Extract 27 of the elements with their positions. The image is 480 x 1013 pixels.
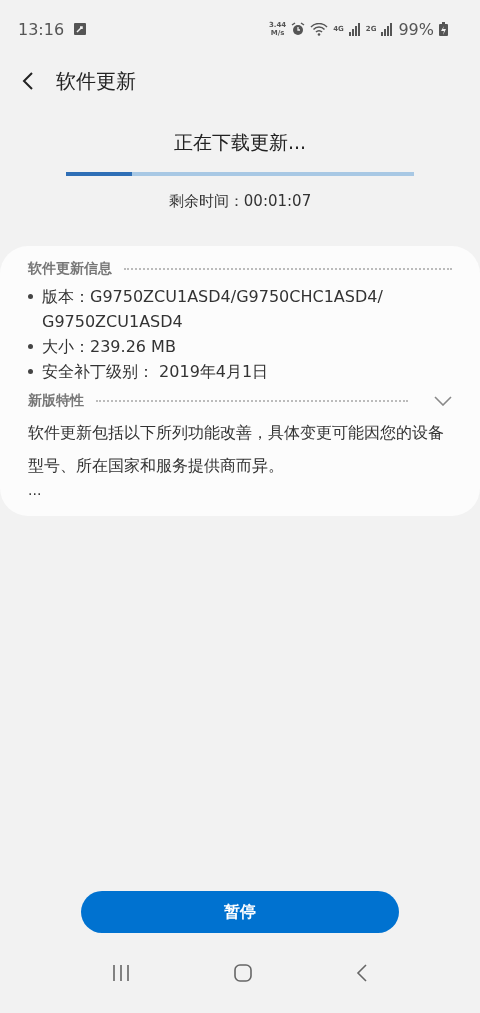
info-line: 版本：G9750ZCU1ASD4/G9750CHC1ASD4/ — [42, 286, 383, 308]
recent-apps-icon[interactable] — [112, 965, 130, 981]
page-title: 软件更新 — [56, 67, 136, 95]
info-line: 安全补丁级别： 2019年4月1日 — [42, 361, 269, 383]
signal-icon — [348, 22, 361, 36]
home-icon[interactable] — [234, 964, 252, 982]
section-title: 软件更新信息 — [28, 260, 112, 278]
download-status: 正在下载更新... — [173, 130, 307, 155]
info-line: 大小：239.26 MB — [42, 336, 176, 358]
info-line: G9750ZCU1ASD4 — [42, 311, 184, 333]
features-description: 软件更新包括以下所列功能改善，具体变更可能因您的设备型号、所在国家和服务提供商而异。 — [28, 422, 445, 477]
pause-button[interactable]: 暂停 — [81, 891, 399, 933]
chevron-icon[interactable] — [434, 396, 452, 406]
back-icon[interactable] — [22, 71, 34, 91]
wifi-icon — [310, 22, 329, 36]
status-time: 13:16 — [18, 19, 65, 39]
notification-icon — [74, 23, 87, 35]
bullet-icon — [28, 294, 33, 299]
alarm-icon — [291, 22, 306, 36]
bullet-icon — [28, 344, 33, 349]
bullet-icon — [28, 369, 33, 374]
remaining-time: 剩余时间：00:01:07 — [168, 192, 312, 211]
signal-icon — [381, 22, 394, 36]
battery-level: 99% — [398, 19, 434, 39]
more-ellipsis: ... — [28, 482, 43, 498]
battery-charging-icon — [439, 22, 448, 36]
section-title: 新版特性 — [28, 392, 84, 410]
